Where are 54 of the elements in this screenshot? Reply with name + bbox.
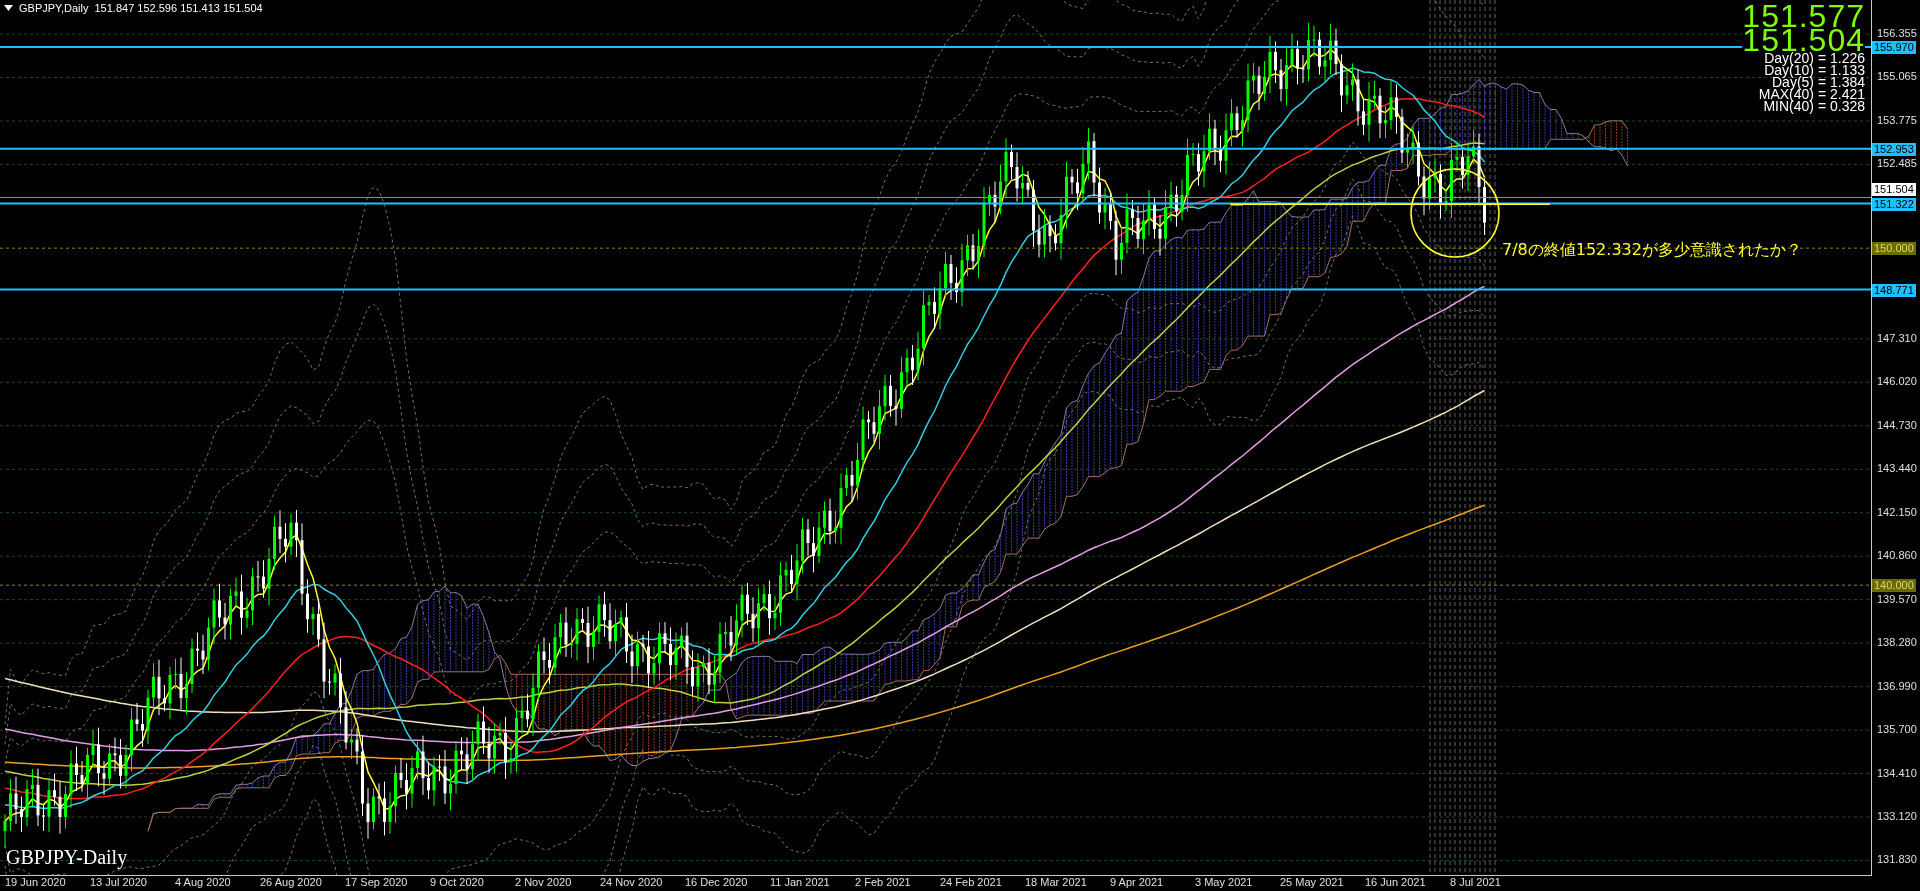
date-tick-label: 8 Jul 2021 bbox=[1450, 876, 1502, 890]
date-tick-label: 19 Jun 2020 bbox=[5, 876, 67, 890]
price-tag: 151.504 bbox=[1872, 183, 1916, 197]
price-tick-label: 143.440 bbox=[1877, 462, 1917, 475]
dropdown-triangle-icon[interactable] bbox=[4, 5, 13, 11]
date-tick-label: 9 Oct 2020 bbox=[430, 876, 485, 890]
date-tick-label: 26 Aug 2020 bbox=[260, 876, 323, 890]
date-tick-label: 4 Aug 2020 bbox=[175, 876, 232, 890]
price-tick-label: 133.120 bbox=[1877, 810, 1917, 822]
volatility-stat: MAX(40) = 2.421 bbox=[1758, 88, 1865, 100]
date-tick-label: 9 Apr 2021 bbox=[1110, 876, 1165, 890]
date-tick-label: 24 Nov 2020 bbox=[600, 876, 664, 890]
price-readout: 151.504 bbox=[1742, 28, 1865, 52]
price-tick-label: 136.990 bbox=[1877, 679, 1917, 692]
date-tick-label: 18 Mar 2021 bbox=[1025, 876, 1088, 890]
price-tick-label: 131.830 bbox=[1877, 853, 1917, 866]
price-tick-label: 153.775 bbox=[1877, 113, 1917, 126]
date-tick-label: 25 May 2021 bbox=[1280, 876, 1345, 890]
price-tick-label: 155.065 bbox=[1877, 70, 1917, 83]
date-tick-label: 17 Sep 2020 bbox=[345, 876, 409, 890]
date-tick-label: 24 Feb 2021 bbox=[940, 876, 1003, 890]
price-tag: 148.771 bbox=[1872, 283, 1916, 297]
price-tick-label: 144.730 bbox=[1877, 418, 1917, 431]
price-tick-label: 138.280 bbox=[1877, 636, 1917, 649]
price-tag: 155.970 bbox=[1872, 40, 1916, 54]
volatility-stat: MIN(40) = 0.328 bbox=[1763, 100, 1865, 112]
date-tick-label: 3 May 2021 bbox=[1195, 876, 1254, 890]
date-tick-label: 13 Jul 2020 bbox=[90, 876, 148, 890]
volatility-stat: Day(20) = 1.226 bbox=[1764, 52, 1865, 64]
price-tag: 151.322 bbox=[1872, 197, 1916, 211]
price-tick-label: 135.700 bbox=[1877, 723, 1917, 736]
price-tag: 152.953 bbox=[1872, 142, 1916, 156]
date-tick-label: 2 Feb 2021 bbox=[855, 876, 912, 890]
price-readout: 151.577 bbox=[1742, 4, 1865, 28]
date-tick-label: 11 Jan 2021 bbox=[770, 876, 831, 890]
price-tick-label: 142.150 bbox=[1877, 505, 1917, 518]
volatility-stat: Day(10) = 1.133 bbox=[1764, 64, 1865, 76]
volatility-stat: Day(5) = 1.384 bbox=[1772, 76, 1865, 88]
price-tick-label: 146.020 bbox=[1877, 375, 1917, 388]
price-tick-label: 147.310 bbox=[1877, 331, 1917, 344]
price-tag: 150.000 bbox=[1872, 242, 1916, 256]
annotation-text: 7/8の終値152.332が多少意識されたか？ bbox=[1502, 240, 1802, 261]
price-tick-label: 134.410 bbox=[1877, 766, 1917, 779]
date-tick-label: 16 Jun 2021 bbox=[1365, 876, 1427, 890]
price-tick-label: 156.355 bbox=[1877, 27, 1917, 39]
ohlc-values: 151.847 152.596 151.413 151.504 bbox=[94, 2, 263, 14]
price-tag: 140.000 bbox=[1872, 579, 1916, 593]
date-tick-label: 16 Dec 2020 bbox=[685, 876, 749, 890]
date-tick-label: 2 Nov 2020 bbox=[515, 876, 573, 890]
symbol-timeframe: GBPJPY,Daily bbox=[19, 2, 89, 14]
price-tick-label: 152.485 bbox=[1877, 157, 1917, 170]
chart-label: GBPJPY-Daily bbox=[6, 846, 128, 869]
price-tick-label: 140.860 bbox=[1877, 549, 1917, 562]
price-tick-label: 139.570 bbox=[1877, 592, 1917, 605]
